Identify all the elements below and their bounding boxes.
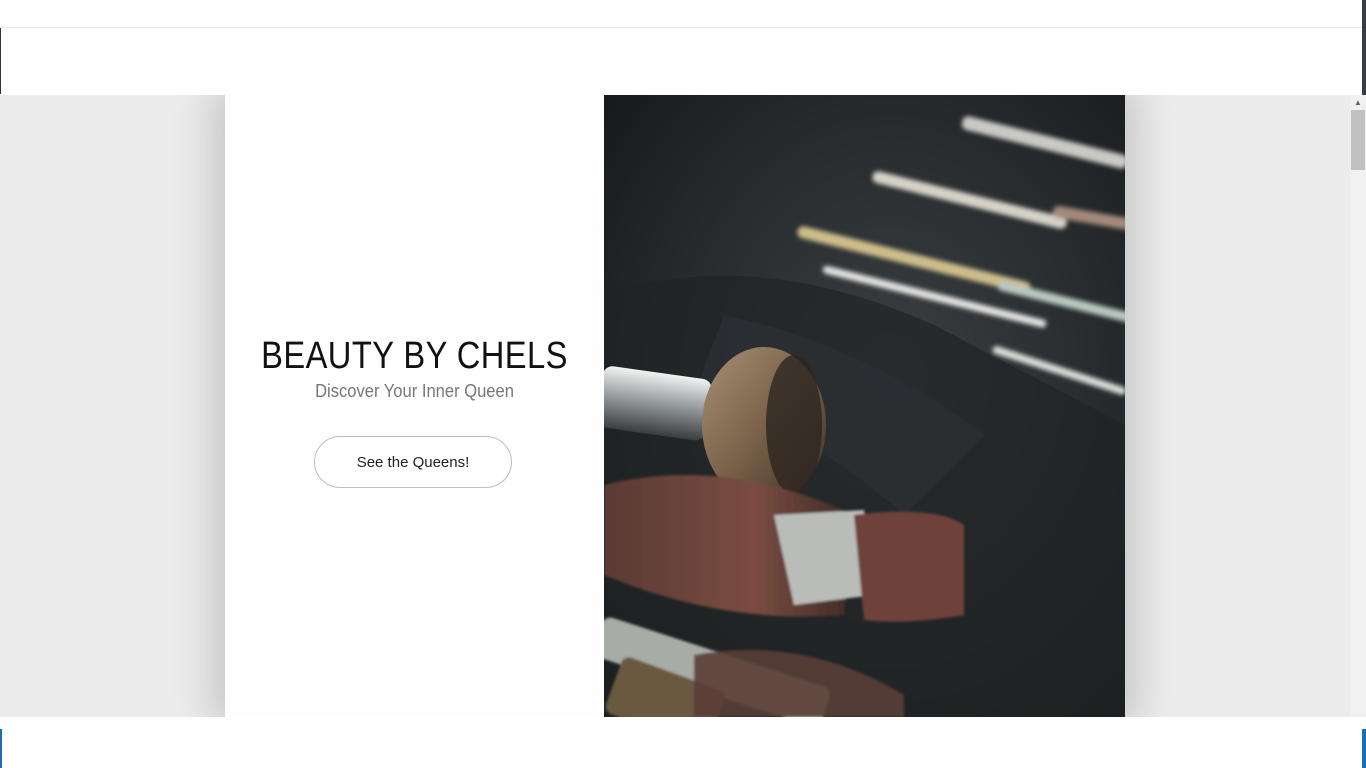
left-edge-line bbox=[0, 28, 1, 94]
right-edge-line bbox=[1362, 0, 1366, 95]
makeup-brushes-image bbox=[604, 95, 1125, 717]
scroll-up-arrow-icon[interactable]: ▲ bbox=[1350, 95, 1366, 109]
vertical-scrollbar[interactable]: ▲ bbox=[1350, 95, 1366, 717]
bottom-left-edge bbox=[0, 729, 2, 768]
top-strip bbox=[0, 0, 1366, 28]
bottom-white-band bbox=[0, 717, 1366, 768]
brand-title: BEAUTY BY CHELS bbox=[261, 335, 568, 377]
see-the-queens-button[interactable]: See the Queens! bbox=[314, 436, 512, 488]
scrollbar-thumb[interactable] bbox=[1351, 110, 1365, 170]
hero-tagline: Discover Your Inner Queen bbox=[315, 381, 514, 401]
page-viewport: BEAUTY BY CHELS Discover Your Inner Quee… bbox=[0, 95, 1350, 717]
hero-card: BEAUTY BY CHELS Discover Your Inner Quee… bbox=[225, 95, 1125, 717]
bottom-right-edge bbox=[1362, 729, 1366, 768]
makeup-brushes-illustration bbox=[604, 95, 1125, 717]
hero-text-panel: BEAUTY BY CHELS Discover Your Inner Quee… bbox=[225, 95, 604, 717]
top-white-band bbox=[0, 0, 1366, 95]
